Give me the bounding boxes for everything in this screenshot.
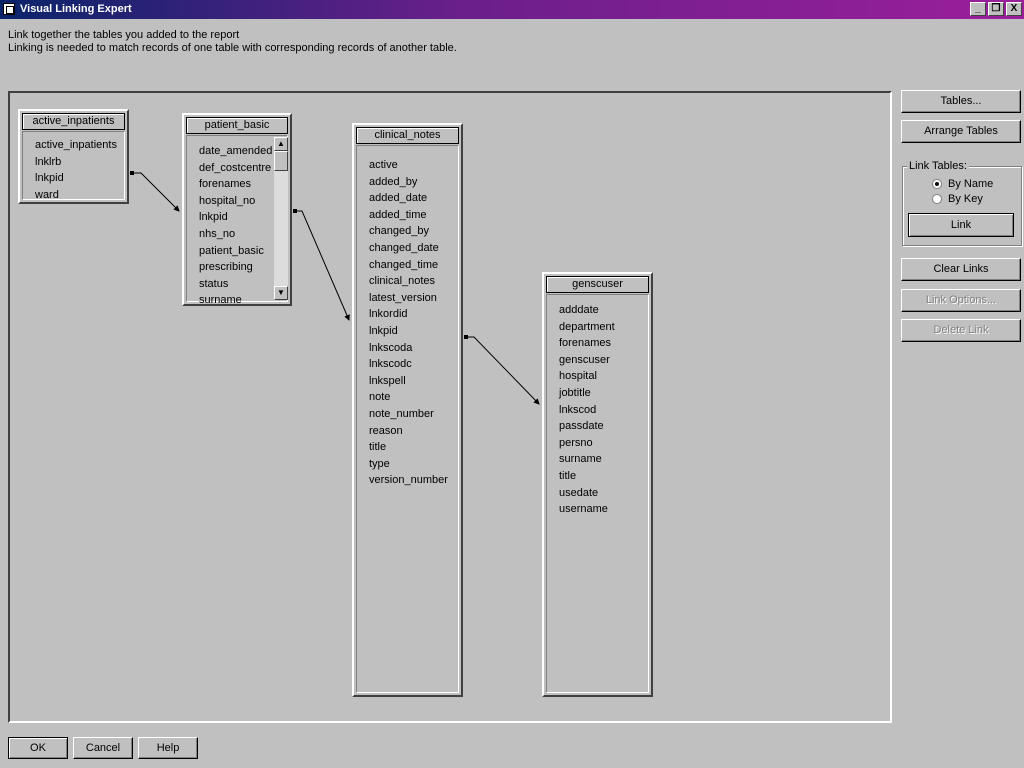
link-line-3[interactable]	[465, 336, 540, 405]
by-key-option[interactable]: By Key	[932, 193, 983, 205]
tables-button[interactable]: Tables...	[901, 90, 1021, 113]
link-options-button[interactable]: Link Options...	[901, 289, 1021, 312]
link-lines	[130, 171, 540, 405]
by-name-radio[interactable]	[932, 179, 942, 189]
restore-button[interactable]: ❐	[988, 2, 1004, 16]
window-title: Visual Linking Expert	[20, 3, 132, 15]
minimize-button[interactable]: _	[970, 2, 986, 16]
help-button[interactable]: Help	[138, 737, 198, 759]
link-start-handle[interactable]	[130, 171, 134, 175]
by-key-radio[interactable]	[932, 194, 942, 204]
instructions: Link together the tables you added to th…	[8, 29, 457, 55]
instruction-line-2: Linking is needed to match records of on…	[8, 42, 457, 54]
link-button[interactable]: Link	[908, 213, 1014, 237]
title-bar: Visual Linking Expert _ ❐ X	[0, 0, 1024, 19]
link-line-1[interactable]	[131, 172, 180, 212]
by-name-label: By Name	[948, 178, 994, 190]
clear-links-button[interactable]: Clear Links	[901, 258, 1021, 281]
link-line-2[interactable]	[294, 210, 350, 321]
arrange-tables-button[interactable]: Arrange Tables	[901, 120, 1021, 143]
by-name-option[interactable]: By Name	[932, 178, 993, 190]
link-start-handle[interactable]	[293, 209, 297, 213]
ok-button[interactable]: OK	[8, 737, 68, 759]
app-icon	[3, 3, 15, 15]
link-start-handle[interactable]	[464, 335, 468, 339]
close-button[interactable]: X	[1006, 2, 1022, 16]
link-tables-label: Link Tables:	[907, 160, 969, 172]
linking-canvas[interactable]: active_inpatients active_inpatients lnklrb…	[8, 91, 892, 723]
by-key-label: By Key	[948, 193, 983, 205]
cancel-button[interactable]: Cancel	[73, 737, 133, 759]
instruction-line-1: Link together the tables you added to th…	[8, 29, 240, 41]
delete-link-button[interactable]: Delete Link	[901, 319, 1021, 342]
